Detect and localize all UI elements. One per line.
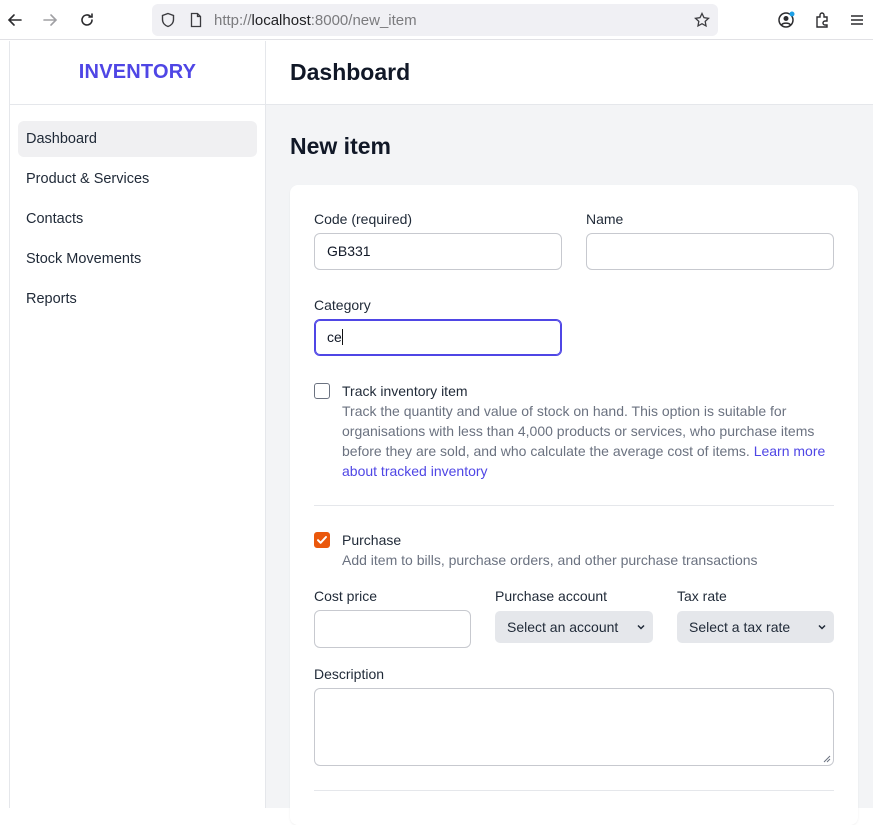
code-input-value: GB331 xyxy=(327,243,371,259)
page-icon[interactable] xyxy=(188,12,204,28)
chevron-down-icon xyxy=(637,624,645,630)
category-input[interactable]: ce xyxy=(314,319,562,356)
purchase-description: Add item to bills, purchase orders, and … xyxy=(342,552,758,568)
description-textarea[interactable] xyxy=(314,688,834,766)
description-label: Description xyxy=(314,666,385,682)
header-title: Dashboard xyxy=(266,41,873,105)
cost-price-input[interactable] xyxy=(314,610,471,648)
checkmark-icon xyxy=(317,536,327,544)
sidebar: INVENTORY Dashboard Product & Services C… xyxy=(9,41,266,808)
tax-rate-selected: Select a tax rate xyxy=(689,619,791,635)
code-input[interactable]: GB331 xyxy=(314,233,562,270)
sidebar-item-reports[interactable]: Reports xyxy=(18,281,257,317)
tracked-inventory-link[interactable]: about tracked inventory xyxy=(342,463,488,479)
browser-toolbar: http://localhost:8000/new_item xyxy=(0,0,873,40)
account-icon[interactable] xyxy=(776,10,796,30)
extensions-icon[interactable] xyxy=(812,10,832,30)
sidebar-item-product-services[interactable]: Product & Services xyxy=(18,161,257,197)
section-divider xyxy=(314,790,834,791)
shield-icon[interactable] xyxy=(160,12,176,28)
track-inventory-title: Track inventory item xyxy=(342,383,468,399)
text-caret xyxy=(341,329,343,345)
purchase-checkbox[interactable] xyxy=(314,532,330,548)
category-input-value: ce xyxy=(327,329,342,345)
purchase-account-select[interactable]: Select an account xyxy=(495,611,653,643)
track-inventory-description: Track the quantity and value of stock on… xyxy=(342,403,826,479)
address-bar[interactable]: http://localhost:8000/new_item xyxy=(152,4,718,36)
sidebar-item-dashboard[interactable]: Dashboard xyxy=(18,121,257,157)
purchase-account-selected: Select an account xyxy=(507,619,619,635)
name-input[interactable] xyxy=(586,233,834,270)
new-item-form: Code (required) GB331 Name Category ce T… xyxy=(290,185,858,825)
track-inventory-checkbox[interactable] xyxy=(314,383,330,399)
tax-rate-label: Tax rate xyxy=(677,588,727,604)
chevron-down-icon xyxy=(818,624,826,630)
learn-more-link[interactable]: Learn more xyxy=(754,443,826,459)
bookmark-star-icon[interactable] xyxy=(694,12,710,28)
cost-price-label: Cost price xyxy=(314,588,378,604)
purchase-account-label: Purchase account xyxy=(495,588,608,604)
section-divider xyxy=(314,505,834,506)
main-content: Dashboard New item Code (required) GB331… xyxy=(266,41,873,825)
back-icon[interactable] xyxy=(5,10,25,30)
url-text: http://localhost:8000/new_item xyxy=(214,12,417,29)
name-label: Name xyxy=(586,211,624,227)
sidebar-item-contacts[interactable]: Contacts xyxy=(18,201,257,237)
tax-rate-select[interactable]: Select a tax rate xyxy=(677,611,834,643)
sidebar-nav: Dashboard Product & Services Contacts St… xyxy=(10,105,265,337)
category-label: Category xyxy=(314,297,371,313)
purchase-title: Purchase xyxy=(342,532,402,548)
forward-icon[interactable] xyxy=(40,10,60,30)
menu-icon[interactable] xyxy=(847,10,867,30)
brand-logo[interactable]: INVENTORY xyxy=(10,41,265,105)
page-title: New item xyxy=(290,133,391,159)
sidebar-item-stock-movements[interactable]: Stock Movements xyxy=(18,241,257,277)
reload-icon[interactable] xyxy=(77,10,97,30)
resize-handle-icon[interactable] xyxy=(821,753,831,763)
code-label: Code (required) xyxy=(314,211,413,227)
